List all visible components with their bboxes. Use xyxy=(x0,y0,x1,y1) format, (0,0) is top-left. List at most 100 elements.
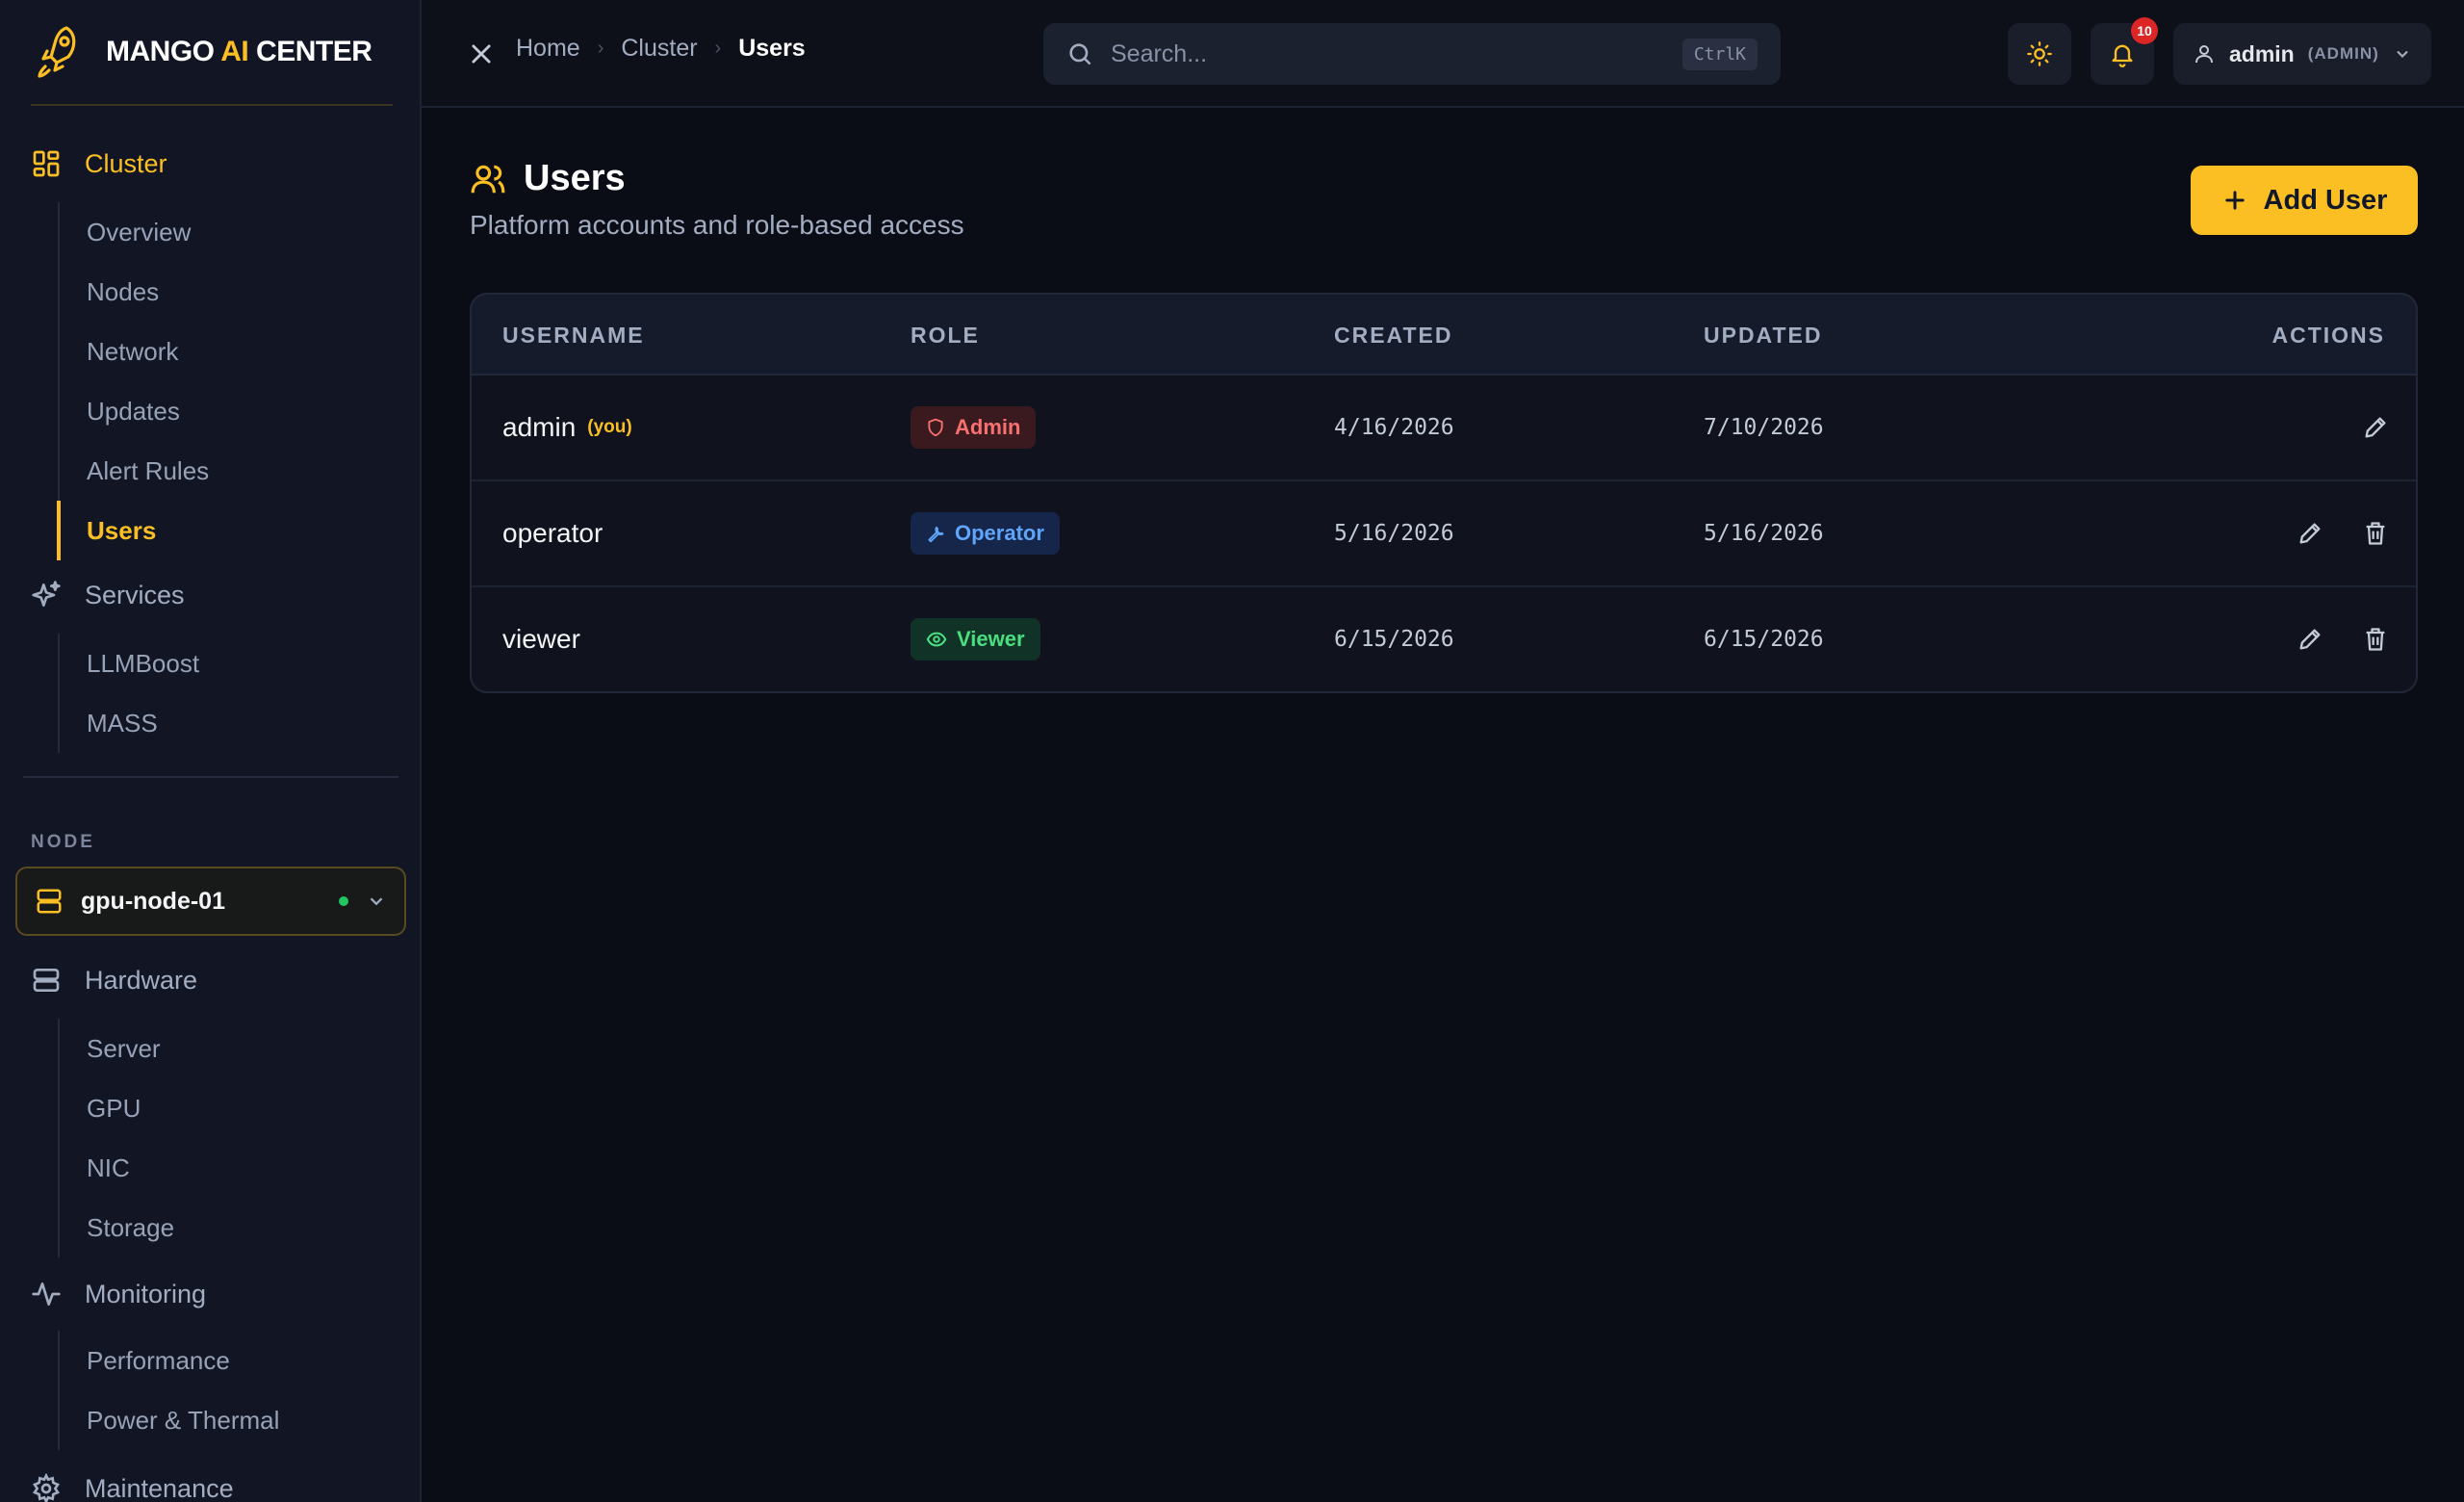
username-cell: admin (you) xyxy=(502,376,632,479)
add-user-button[interactable]: Add User xyxy=(2191,166,2418,235)
edit-button[interactable] xyxy=(2291,620,2329,659)
pencil-icon xyxy=(2299,523,2321,544)
node-status-dot xyxy=(339,896,348,906)
header-role[interactable]: ROLE xyxy=(911,295,980,376)
sidebar-item-storage[interactable]: Storage xyxy=(60,1198,174,1257)
nav-group-hardware[interactable]: Hardware xyxy=(31,957,197,1003)
nav-group-label: Cluster xyxy=(85,148,167,178)
header-username[interactable]: USERNAME xyxy=(502,295,645,376)
role-label: Viewer xyxy=(957,627,1025,651)
created-cell: 6/15/2026 xyxy=(1334,627,1454,652)
close-icon xyxy=(472,44,491,64)
created-cell: 5/16/2026 xyxy=(1334,521,1454,546)
updated-cell: 6/15/2026 xyxy=(1704,627,1824,652)
sidebar-item-mass[interactable]: MASS xyxy=(60,693,199,753)
user-menu-button[interactable]: admin (ADMIN) xyxy=(2173,23,2431,85)
breadcrumb-home[interactable]: Home xyxy=(516,35,580,63)
monitoring-sub-list: Performance Power & Thermal xyxy=(58,1331,279,1450)
role-cell: Admin xyxy=(911,376,1037,479)
dashboard-grid-icon xyxy=(33,150,60,177)
node-selector[interactable]: gpu-node-01 xyxy=(15,867,406,936)
chevron-right-icon: › xyxy=(714,38,722,59)
shield-icon xyxy=(928,418,943,437)
nav-group-label: Monitoring xyxy=(85,1279,207,1308)
created-cell: 4/16/2026 xyxy=(1334,415,1454,440)
trash-icon xyxy=(2366,628,2385,651)
sidebar-item-alert-rules[interactable]: Alert Rules xyxy=(60,441,209,501)
topbar: Home › Cluster › Users Search... CtrlK 1… xyxy=(422,0,2464,108)
delete-button[interactable] xyxy=(2356,514,2395,553)
chevron-down-icon xyxy=(2397,50,2408,58)
search-icon xyxy=(1069,43,1091,65)
role-label: Operator xyxy=(955,521,1044,545)
table-row: viewer Viewer 6/15/2026 6/15/2026 xyxy=(472,587,2416,691)
table-header: USERNAME ROLE CREATED UPDATED ACTIONS xyxy=(472,295,2416,376)
sidebar-item-overview[interactable]: Overview xyxy=(60,202,209,262)
bell-icon xyxy=(2112,44,2133,67)
role-cell: Viewer xyxy=(911,587,1040,691)
updated-cell: 7/10/2026 xyxy=(1704,415,1824,440)
breadcrumb: Home › Cluster › Users xyxy=(516,35,806,63)
nav-group-services[interactable]: Services xyxy=(31,572,185,618)
username: operator xyxy=(502,518,603,548)
edit-button[interactable] xyxy=(2356,408,2395,447)
search-placeholder: Search... xyxy=(1111,39,1208,67)
theme-toggle-button[interactable] xyxy=(2008,23,2071,85)
breadcrumb-current: Users xyxy=(738,35,806,62)
nav-group-cluster[interactable]: Cluster xyxy=(31,141,167,187)
close-sidebar-button[interactable] xyxy=(460,33,502,75)
add-user-label: Add User xyxy=(2263,184,2388,216)
username: admin xyxy=(502,412,577,442)
sidebar-divider xyxy=(23,776,398,778)
eye-icon xyxy=(926,632,947,647)
app-root: MANGO AI CENTER Cluster Overview Nodes N… xyxy=(0,0,2464,1502)
table-row: operator Operator 5/16/2026 5/16/2026 xyxy=(472,481,2416,587)
sidebar: MANGO AI CENTER Cluster Overview Nodes N… xyxy=(0,0,422,1502)
sidebar-item-power-thermal[interactable]: Power & Thermal xyxy=(60,1390,279,1450)
role-label: Admin xyxy=(955,415,1021,439)
trash-icon xyxy=(2366,522,2385,545)
plus-icon xyxy=(2224,191,2245,210)
role-badge-operator: Operator xyxy=(911,512,1060,555)
nav-group-label: Services xyxy=(85,580,185,609)
server-icon xyxy=(37,889,62,914)
rocket-logo-icon xyxy=(31,21,85,83)
brand[interactable]: MANGO AI CENTER xyxy=(31,0,393,106)
role-badge-admin: Admin xyxy=(911,406,1037,449)
cluster-sub-list: Overview Nodes Network Updates Alert Rul… xyxy=(57,202,209,560)
sidebar-item-performance[interactable]: Performance xyxy=(60,1331,279,1390)
nav-group-label: Maintenance xyxy=(85,1473,234,1502)
header-updated[interactable]: UPDATED xyxy=(1704,295,1822,376)
main-content: Users Platform accounts and role-based a… xyxy=(422,108,2464,1502)
sidebar-item-llmboost[interactable]: LLMBoost xyxy=(60,634,199,693)
node-selector-value: gpu-node-01 xyxy=(81,887,225,915)
sidebar-item-gpu[interactable]: GPU xyxy=(60,1078,174,1138)
nav-group-monitoring[interactable]: Monitoring xyxy=(31,1271,206,1317)
table-row: admin (you) Admin 4/16/2026 7/10/2026 xyxy=(472,376,2416,481)
delete-button[interactable] xyxy=(2356,620,2395,659)
edit-button[interactable] xyxy=(2291,514,2329,553)
header-created[interactable]: CREATED xyxy=(1334,295,1452,376)
gear-icon xyxy=(33,1473,60,1502)
notification-count-badge: 10 xyxy=(2131,17,2158,44)
node-section-label: NODE xyxy=(31,832,95,852)
current-user-tag: (you) xyxy=(587,417,632,437)
pencil-icon xyxy=(2365,417,2386,438)
notifications-button[interactable]: 10 xyxy=(2091,17,2158,85)
username-cell: operator xyxy=(502,481,603,585)
breadcrumb-cluster[interactable]: Cluster xyxy=(621,35,697,63)
page-title: Users xyxy=(524,158,626,198)
nav-group-label: Hardware xyxy=(85,965,198,995)
sidebar-item-users[interactable]: Users xyxy=(57,501,209,560)
sidebar-item-nodes[interactable]: Nodes xyxy=(60,262,209,322)
sparkles-icon xyxy=(32,581,61,607)
users-table: USERNAME ROLE CREATED UPDATED ACTIONS ad… xyxy=(470,293,2418,693)
nav-group-maintenance[interactable]: Maintenance xyxy=(31,1465,234,1502)
sidebar-item-server[interactable]: Server xyxy=(60,1019,174,1078)
header-actions: ACTIONS xyxy=(2272,322,2385,348)
sidebar-item-nic[interactable]: NIC xyxy=(60,1138,174,1198)
sidebar-item-network[interactable]: Network xyxy=(60,322,209,381)
username-cell: viewer xyxy=(502,587,580,691)
sidebar-item-updates[interactable]: Updates xyxy=(60,381,209,441)
search-input[interactable]: Search... CtrlK xyxy=(1043,23,1781,85)
